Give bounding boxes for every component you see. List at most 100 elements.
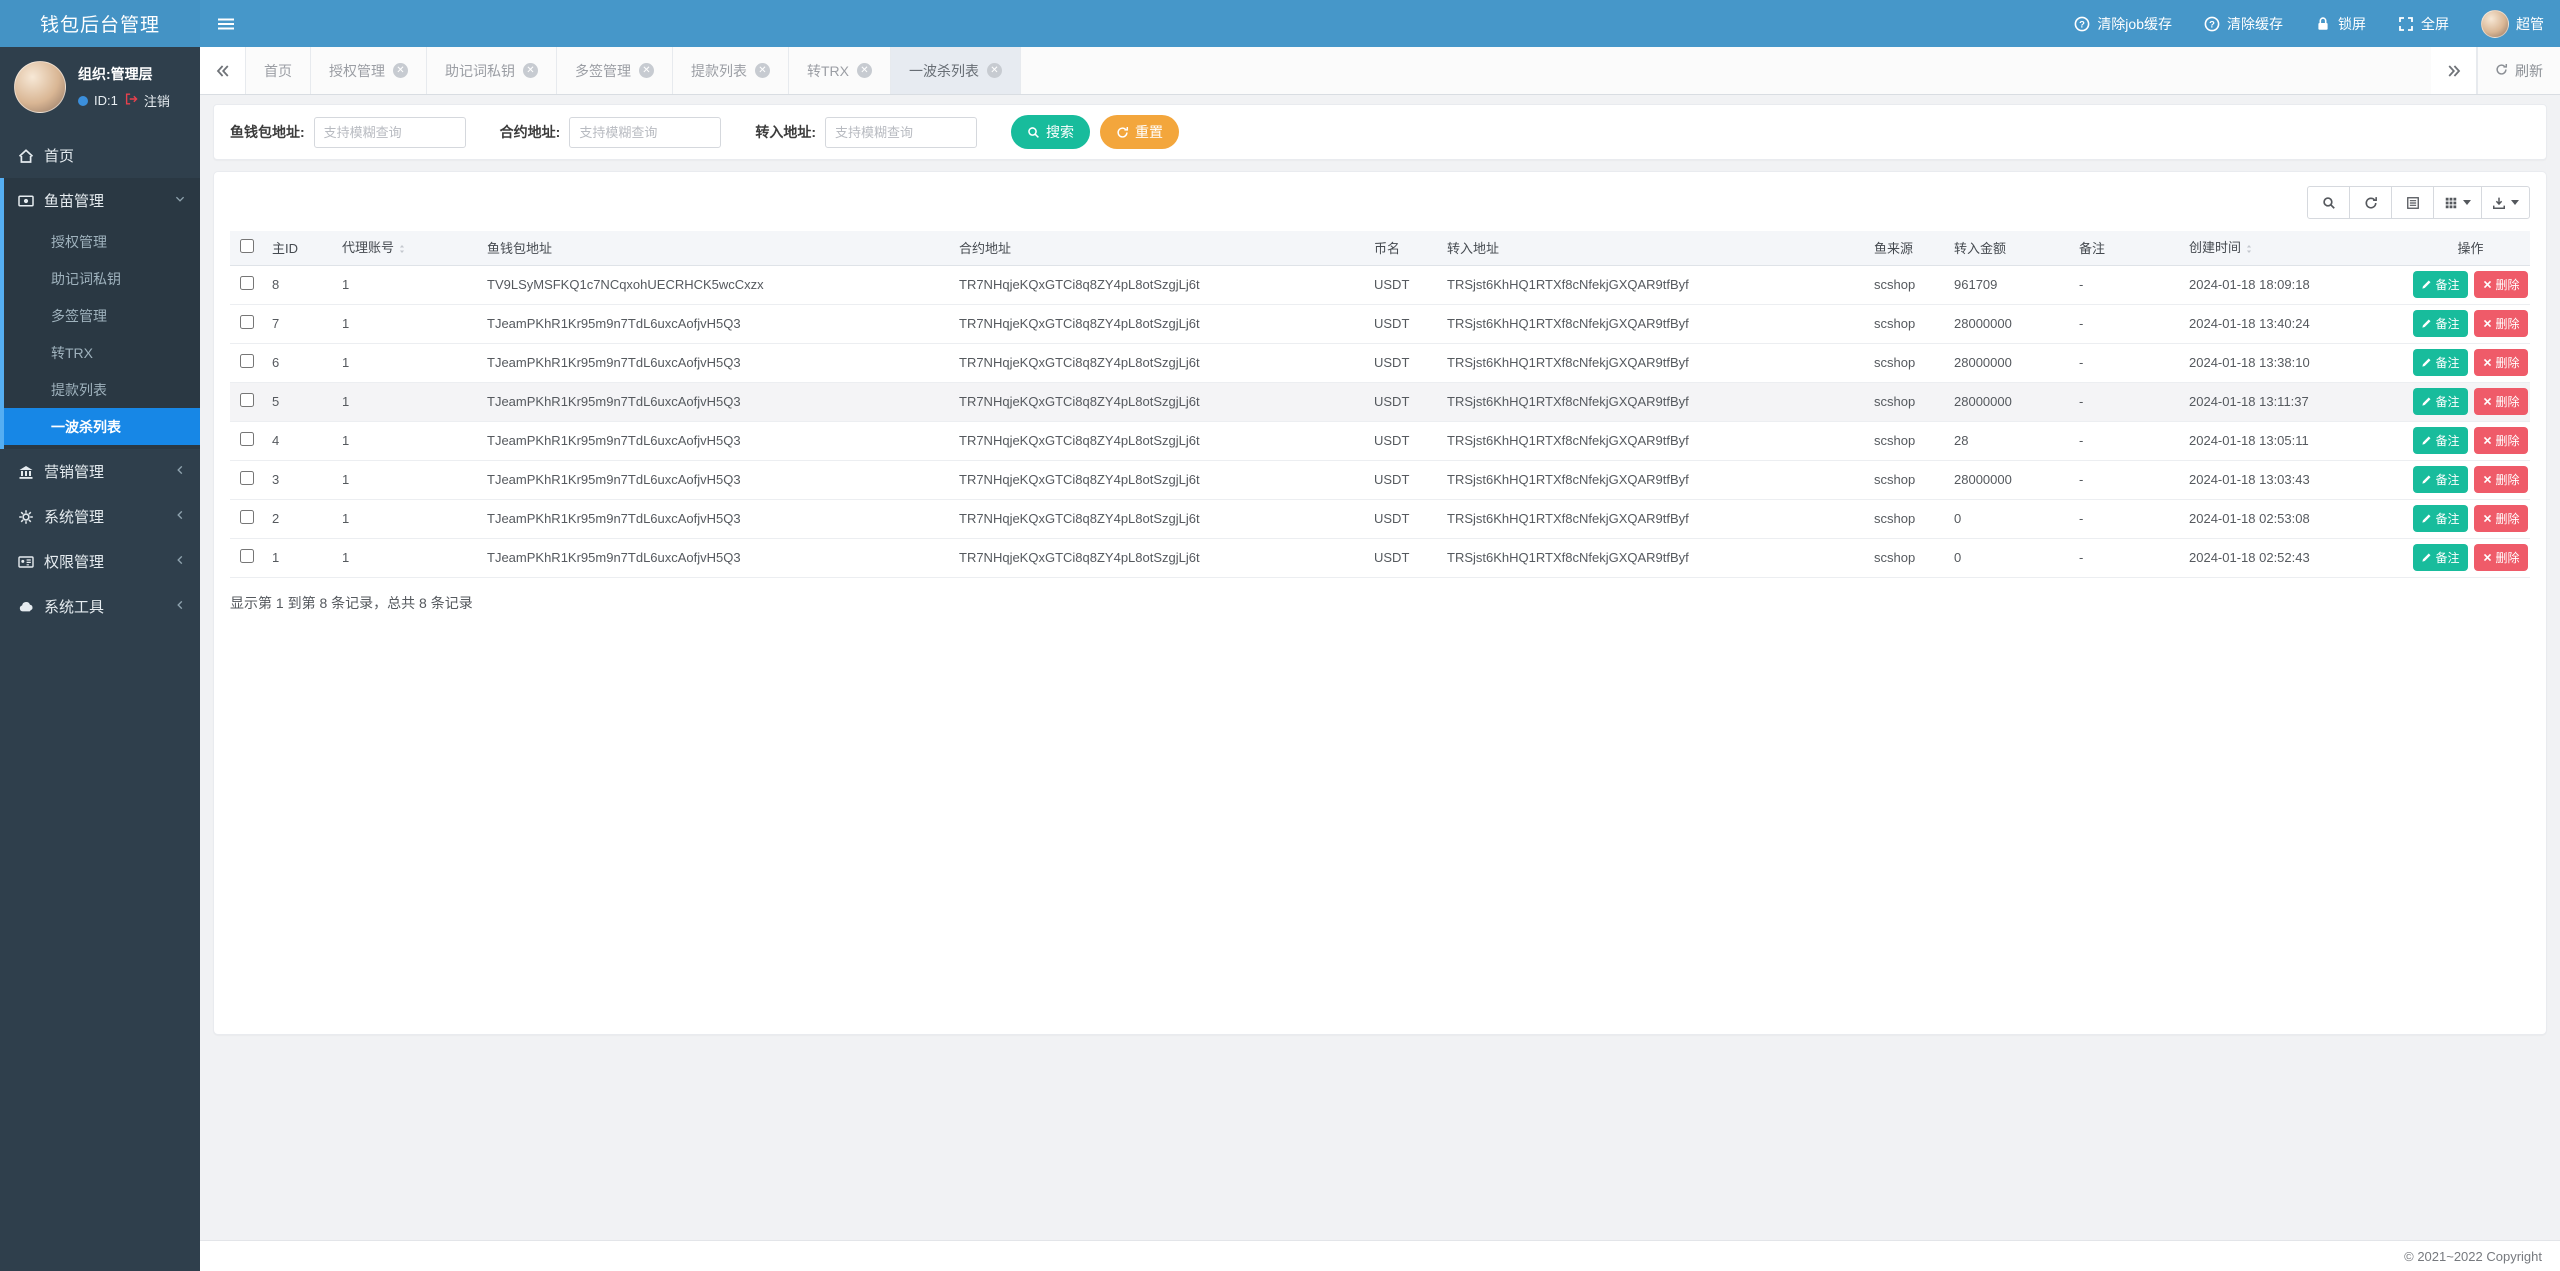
tab-close-icon[interactable]: ✕ <box>639 63 654 78</box>
row-checkbox[interactable] <box>240 276 254 290</box>
sidebar-subitem-transfer-trx[interactable]: 转TRX <box>4 334 200 371</box>
select-all-checkbox[interactable] <box>240 239 254 253</box>
column-header[interactable]: 创建时间 <box>2181 231 2411 265</box>
row-checkbox[interactable] <box>240 354 254 368</box>
delete-button[interactable]: 删除 <box>2474 466 2528 493</box>
sidebar-subitem-multisig-management[interactable]: 多签管理 <box>4 297 200 334</box>
table-detail-view-button[interactable] <box>2391 186 2434 219</box>
column-header: 转入地址 <box>1439 231 1866 265</box>
sidebar-item-fish-management[interactable]: 鱼苗管理 <box>4 178 200 223</box>
filter-group-to-address: 转入地址: <box>755 117 977 148</box>
row-checkbox[interactable] <box>240 471 254 485</box>
cell-fish-wallet-address: TJeamPKhR1Kr95m9n7TdL6uxcAofjvH5Q3 <box>479 343 951 382</box>
sidebar-toggle-button[interactable] <box>200 0 252 47</box>
x-icon <box>2482 357 2493 368</box>
tab-auth-management[interactable]: 授权管理 ✕ <box>311 47 427 94</box>
tab-close-icon[interactable]: ✕ <box>857 63 872 78</box>
column-header[interactable]: 代理账号 <box>334 231 479 265</box>
question-circle-icon: ? <box>2074 16 2090 32</box>
delete-button[interactable]: 删除 <box>2474 271 2528 298</box>
edit-icon <box>2421 279 2432 290</box>
sidebar-item-marketing-management[interactable]: 营销管理 <box>0 449 200 494</box>
clear-cache-button[interactable]: ?清除缓存 <box>2188 0 2299 47</box>
note-button[interactable]: 备注 <box>2413 505 2467 532</box>
main-content: 首页授权管理✕助记词私钥✕多签管理✕提款列表✕转TRX✕一波杀列表✕ 刷新 鱼钱… <box>200 47 2560 1271</box>
reset-button[interactable]: 重置 <box>1100 115 1179 149</box>
tab-close-icon[interactable]: ✕ <box>987 63 1002 78</box>
sidebar-subitem-auth-management[interactable]: 授权管理 <box>4 223 200 260</box>
edit-icon <box>2421 513 2432 524</box>
tabs-scroll-right-button[interactable] <box>2431 47 2477 94</box>
fullscreen-button[interactable]: 全屏 <box>2382 0 2465 47</box>
row-checkbox[interactable] <box>240 315 254 329</box>
to-address-input[interactable] <box>825 117 977 148</box>
table-export-button[interactable] <box>2481 186 2530 219</box>
sidebar-subitem-mnemonic-private-key[interactable]: 助记词私钥 <box>4 260 200 297</box>
tab-home[interactable]: 首页 <box>246 47 311 94</box>
sidebar-item-system-tools[interactable]: 系统工具 <box>0 584 200 629</box>
delete-button[interactable]: 删除 <box>2474 544 2528 571</box>
cell-fish-wallet-address: TJeamPKhR1Kr95m9n7TdL6uxcAofjvH5Q3 <box>479 460 951 499</box>
cell-to-address: TRSjst6KhHQ1RTXf8cNfekjGXQAR9tfByf <box>1439 538 1866 577</box>
note-button[interactable]: 备注 <box>2413 544 2467 571</box>
note-button[interactable]: 备注 <box>2413 388 2467 415</box>
filter-group-fish-wallet-address: 鱼钱包地址: <box>230 117 466 148</box>
column-header-label: 合约地址 <box>959 241 1011 256</box>
row-checkbox[interactable] <box>240 393 254 407</box>
delete-button[interactable]: 删除 <box>2474 427 2528 454</box>
sidebar-subitem-one-wave-kill-list[interactable]: 一波杀列表 <box>4 408 200 445</box>
tab-withdrawal-list[interactable]: 提款列表✕ <box>673 47 789 94</box>
sidebar-avatar[interactable] <box>14 61 66 113</box>
delete-button[interactable]: 删除 <box>2474 388 2528 415</box>
tabs-scroll-left-button[interactable] <box>200 47 246 94</box>
tab-close-icon[interactable]: ✕ <box>755 63 770 78</box>
sidebar-item-label: 系统管理 <box>44 506 104 527</box>
user-avatar <box>2481 10 2509 38</box>
cell-fish-wallet-address: TJeamPKhR1Kr95m9n7TdL6uxcAofjvH5Q3 <box>479 382 951 421</box>
sidebar-item-permission-management[interactable]: 权限管理 <box>0 539 200 584</box>
clear-job-cache-button[interactable]: ?清除job缓存 <box>2058 0 2188 47</box>
tab-multisig-management[interactable]: 多签管理✕ <box>557 47 673 94</box>
sidebar-item-label: 权限管理 <box>44 551 104 572</box>
tab-close-icon[interactable]: ✕ <box>393 63 408 78</box>
cell-created-at: 2024-01-18 02:52:43 <box>2181 538 2411 577</box>
tab-refresh-button[interactable]: 刷新 <box>2477 47 2560 94</box>
note-button[interactable]: 备注 <box>2413 427 2467 454</box>
user-menu[interactable]: 超管 <box>2465 0 2560 47</box>
tab-transfer-trx[interactable]: 转TRX✕ <box>789 47 891 94</box>
delete-button[interactable]: 删除 <box>2474 349 2528 376</box>
note-button[interactable]: 备注 <box>2413 466 2467 493</box>
sidebar-item-system-management[interactable]: 系统管理 <box>0 494 200 539</box>
cell-agent-account: 1 <box>334 538 479 577</box>
delete-button[interactable]: 删除 <box>2474 310 2528 337</box>
row-checkbox[interactable] <box>240 549 254 563</box>
sidebar-item-home[interactable]: 首页 <box>0 133 200 178</box>
table-refresh-button[interactable] <box>2349 186 2392 219</box>
cell-to-address: TRSjst6KhHQ1RTXf8cNfekjGXQAR9tfByf <box>1439 499 1866 538</box>
lock-screen-button[interactable]: 锁屏 <box>2299 0 2382 47</box>
sidebar-subitem-label: 多签管理 <box>51 306 107 326</box>
row-checkbox[interactable] <box>240 432 254 446</box>
cell-coin-name: USDT <box>1366 343 1439 382</box>
tab-one-wave-kill-list[interactable]: 一波杀列表 ✕ <box>891 47 1021 94</box>
search-button[interactable]: 搜索 <box>1011 115 1090 149</box>
fish-wallet-address-input[interactable] <box>314 117 466 148</box>
tab-close-icon[interactable]: ✕ <box>523 63 538 78</box>
tab-label: 一波杀列表 <box>909 61 979 81</box>
note-button[interactable]: 备注 <box>2413 349 2467 376</box>
row-checkbox[interactable] <box>240 510 254 524</box>
contract-address-input[interactable] <box>569 117 721 148</box>
tab-label: 授权管理 <box>329 61 385 81</box>
note-button[interactable]: 备注 <box>2413 310 2467 337</box>
table-search-button[interactable] <box>2307 186 2350 219</box>
logout-link[interactable]: 注销 <box>144 91 170 110</box>
tab-mnemonic-private-key[interactable]: 助记词私钥✕ <box>427 47 557 94</box>
sidebar-subitem-withdrawal-list[interactable]: 提款列表 <box>4 371 200 408</box>
note-button[interactable]: 备注 <box>2413 271 2467 298</box>
page-footer: © 2021~2022 Copyright <box>200 1240 2560 1271</box>
table-row: 31TJeamPKhR1Kr95m9n7TdL6uxcAofjvH5Q3TR7N… <box>230 460 2530 499</box>
cell-remark: - <box>2071 499 2181 538</box>
delete-button[interactable]: 删除 <box>2474 505 2528 532</box>
reset-button-label: 重置 <box>1135 122 1163 142</box>
table-columns-button[interactable] <box>2433 186 2482 219</box>
